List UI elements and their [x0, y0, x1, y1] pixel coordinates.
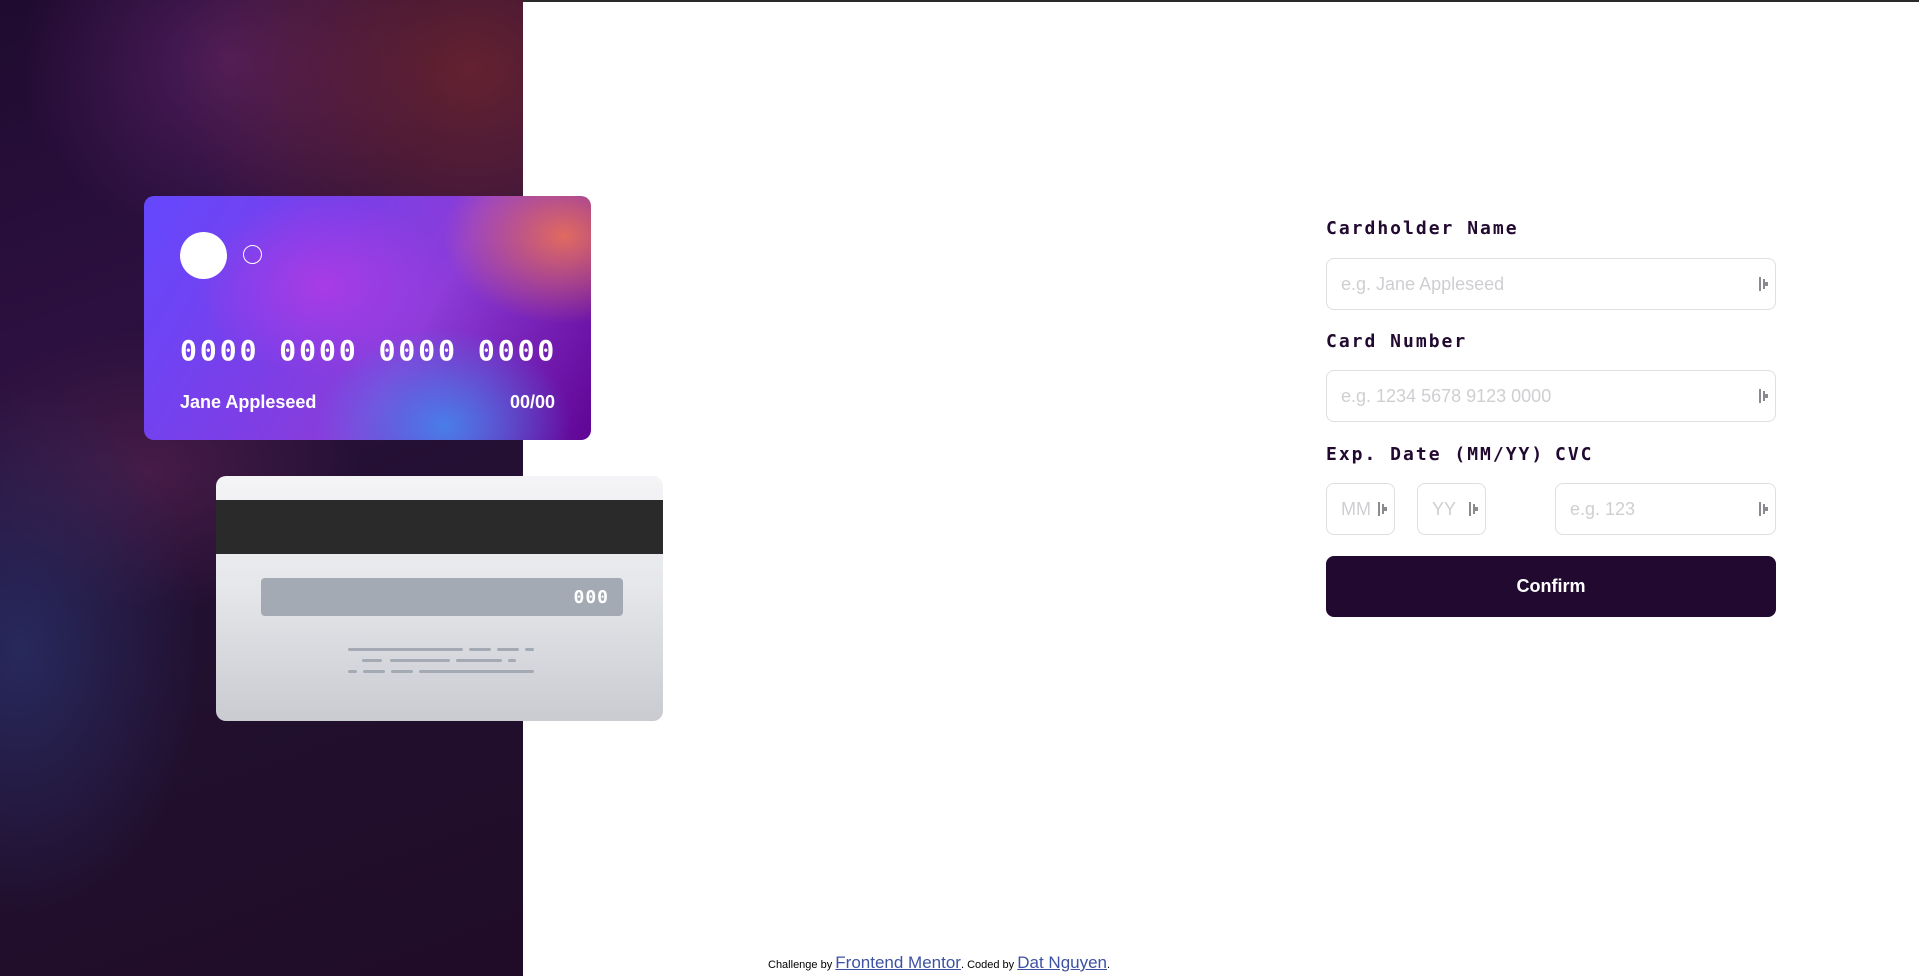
autofill-key-icon[interactable]: [1759, 502, 1769, 516]
card-back: 000: [216, 476, 663, 721]
coded-prefix: . Coded by: [960, 959, 1015, 971]
attribution-suffix: .: [1107, 959, 1111, 971]
cardholder-name-display: Jane Appleseed: [180, 392, 317, 412]
cvc-label: CVC: [1555, 444, 1594, 465]
frontend-mentor-link[interactable]: Frontend Mentor: [835, 953, 961, 972]
autofill-key-icon[interactable]: [1759, 277, 1769, 291]
attribution: Challenge by Frontend Mentor. Coded by D…: [768, 953, 1110, 973]
cvc-field[interactable]: [1555, 483, 1776, 535]
exp-month-field[interactable]: [1326, 483, 1395, 535]
exp-date-label: Exp. Date (MM/YY): [1326, 444, 1545, 465]
cardholder-name-label: Cardholder Name: [1326, 218, 1519, 239]
card-front: 0000 0000 0000 0000 Jane Appleseed 00/00: [144, 196, 591, 440]
card-logo-circle-outline: [243, 245, 262, 264]
cardholder-name-field[interactable]: [1326, 258, 1776, 310]
author-link[interactable]: Dat Nguyen: [1017, 953, 1107, 972]
card-number-label: Card Number: [1326, 331, 1468, 352]
confirm-button[interactable]: Confirm: [1326, 556, 1776, 617]
challenge-prefix: Challenge by: [768, 959, 833, 971]
card-number-display: 0000 0000 0000 0000: [180, 334, 558, 367]
card-number-input[interactable]: [1327, 371, 1775, 421]
card-number-field[interactable]: [1326, 370, 1776, 422]
cvc-display: 000: [573, 587, 609, 608]
cardholder-name-input[interactable]: [1327, 259, 1775, 309]
cvc-input[interactable]: [1556, 484, 1775, 534]
autofill-key-icon[interactable]: [1378, 502, 1388, 516]
magnetic-stripe: [216, 500, 663, 554]
exp-year-field[interactable]: [1417, 483, 1486, 535]
autofill-key-icon[interactable]: [1469, 502, 1479, 516]
signature-strip: 000: [261, 578, 623, 616]
card-expiry-display: 00/00: [509, 392, 555, 412]
card-back-fine-print: [348, 648, 538, 678]
card-logo-circle-filled: [180, 232, 227, 279]
autofill-key-icon[interactable]: [1759, 389, 1769, 403]
